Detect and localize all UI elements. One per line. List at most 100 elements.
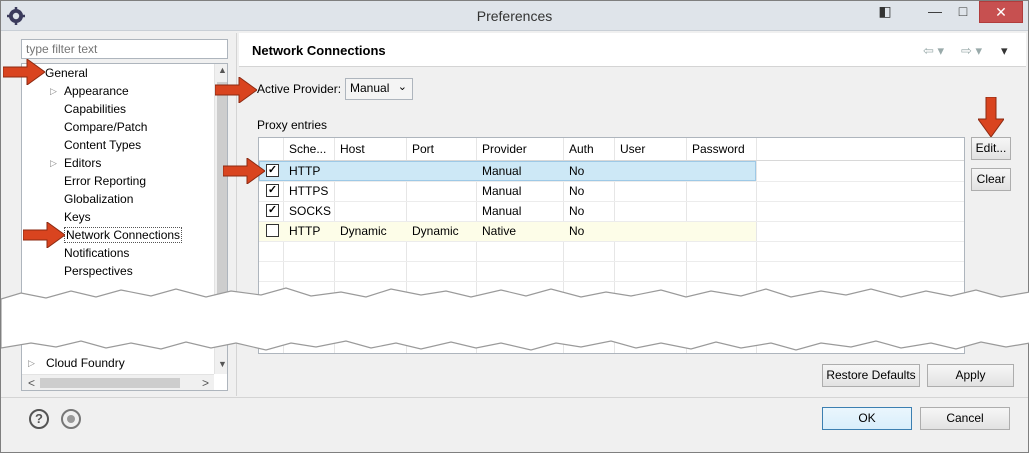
tree-item-label: Keys [64, 210, 91, 224]
snap-icon[interactable]: ◧ [873, 1, 897, 23]
row-checkbox[interactable]: ✓ [266, 204, 279, 217]
cell-host: Dynamic [340, 224, 387, 238]
tree-item[interactable]: Error Reporting [50, 172, 146, 190]
footer-separator [1, 397, 1028, 398]
tree-item-label: Editors [64, 156, 102, 170]
scroll-thumb[interactable] [40, 378, 180, 388]
cell-port [406, 201, 412, 221]
tree-item[interactable]: Content Types [50, 136, 141, 154]
column-header-user[interactable]: User [614, 139, 645, 159]
tree-item[interactable]: Compare/Patch [50, 118, 147, 136]
tree-item[interactable]: Globalization [50, 190, 133, 208]
scroll-thumb[interactable] [217, 82, 227, 302]
column-header-scheme[interactable]: Sche... [283, 139, 326, 159]
active-provider-select[interactable]: Manual ⌄ [345, 78, 413, 100]
cell-password [686, 201, 692, 221]
expand-icon[interactable]: ▷ [50, 82, 60, 100]
callout-arrow-icon [23, 222, 65, 248]
cell-host [334, 181, 340, 201]
clear-button[interactable]: Clear [971, 168, 1011, 191]
restore-defaults-button[interactable]: Restore Defaults [822, 364, 920, 387]
ok-button[interactable]: OK [822, 407, 912, 430]
help-icon[interactable]: ? [29, 409, 49, 429]
tree-item-label: Globalization [64, 192, 134, 206]
cell-password [686, 221, 692, 241]
cell-user [614, 201, 620, 221]
tree-item-label: Network Connections [64, 227, 183, 243]
cell-user [614, 181, 620, 201]
cell-scheme: HTTP [289, 164, 321, 178]
tree-item-label: Perspectives [64, 264, 133, 278]
cell-host [334, 161, 340, 181]
filter-input[interactable] [21, 39, 228, 59]
column-header-auth[interactable]: Auth [563, 139, 594, 159]
view-menu-icon[interactable]: ▾ [1001, 43, 1008, 59]
column-header-host[interactable]: Host [334, 139, 365, 159]
cell-scheme: HTTP [289, 224, 321, 238]
tree-horizontal-scrollbar[interactable]: < > [22, 374, 214, 390]
active-provider-value: Manual [350, 81, 390, 95]
column-header-provider[interactable]: Provider [476, 139, 527, 159]
tree-item-label: Notifications [64, 246, 130, 260]
tree-item[interactable]: Perspectives [50, 262, 133, 280]
chevron-down-icon: ⌄ [397, 81, 407, 93]
edit-button[interactable]: Edit... [971, 137, 1011, 160]
apply-button[interactable]: Apply [927, 364, 1014, 387]
column-header-password[interactable]: Password [686, 139, 745, 159]
tree-item-label: Capabilities [64, 102, 127, 116]
tree-item[interactable]: Network Connections [50, 226, 183, 244]
proxy-entries-label: Proxy entries [257, 118, 328, 132]
cell-port [406, 161, 412, 181]
import-export-icon[interactable] [61, 409, 81, 429]
cell-scheme: HTTPS [289, 184, 329, 198]
scroll-right-icon[interactable]: > [198, 375, 213, 390]
cell-scheme: SOCKS [289, 204, 332, 218]
page-title: Network Connections [252, 43, 386, 58]
scroll-up-icon[interactable]: ▲ [215, 65, 227, 75]
scroll-left-icon[interactable]: < [24, 375, 39, 390]
column-header-port[interactable]: Port [406, 139, 434, 159]
tree-item-label: Compare/Patch [64, 120, 148, 134]
tree-item[interactable]: General [45, 64, 88, 82]
row-checkbox[interactable]: ✓ [266, 164, 279, 177]
callout-arrow-icon [215, 77, 257, 103]
cell-password [686, 161, 692, 181]
cell-password [686, 181, 692, 201]
preferences-window: Preferences ◧ — □ ✕ General ▷ Appearance Ca… [0, 0, 1029, 453]
tree-item[interactable]: ▷ Editors [50, 154, 101, 172]
cell-auth: No [569, 184, 585, 198]
cell-auth: No [569, 224, 585, 238]
tree-item-cloud-foundry[interactable]: ▷ Cloud Foundry [28, 354, 125, 372]
tree-item[interactable]: Capabilities [50, 100, 126, 118]
row-checkbox[interactable] [266, 224, 279, 237]
tree-item-label: Content Types [64, 138, 142, 152]
cell-auth: No [569, 204, 585, 218]
cell-host [334, 201, 340, 221]
scroll-down-icon[interactable]: ▼ [215, 359, 227, 369]
forward-nav-icon[interactable]: ⇨ ▾ [961, 43, 982, 59]
expand-icon[interactable]: ▷ [28, 354, 38, 372]
cell-provider: Manual [482, 164, 522, 178]
cell-provider: Manual [482, 184, 522, 198]
callout-arrow-icon [3, 59, 45, 85]
title-bar: Preferences ◧ — □ ✕ [1, 1, 1028, 31]
maximize-button[interactable]: □ [949, 1, 977, 23]
cell-provider: Native [482, 224, 517, 238]
tree-item-label: Appearance [64, 84, 129, 98]
row-checkbox[interactable]: ✓ [266, 184, 279, 197]
cell-provider: Manual [482, 204, 522, 218]
close-button[interactable]: ✕ [979, 1, 1023, 23]
callout-arrow-icon [223, 158, 265, 184]
callout-arrow-icon [978, 97, 1004, 137]
cell-user [614, 161, 620, 181]
active-provider-label: Active Provider: [257, 82, 342, 96]
tree-item[interactable]: ▷ Appearance [50, 82, 129, 100]
tree-item-label: Error Reporting [64, 174, 147, 188]
expand-icon[interactable]: ▷ [50, 154, 60, 172]
tree-item-label: General [45, 66, 88, 80]
back-nav-icon[interactable]: ⇦ ▾ [923, 43, 944, 59]
minimize-button[interactable]: — [921, 1, 949, 23]
cancel-button[interactable]: Cancel [920, 407, 1010, 430]
tree-item-label: Cloud Foundry [46, 356, 125, 370]
cell-auth: No [569, 164, 585, 178]
